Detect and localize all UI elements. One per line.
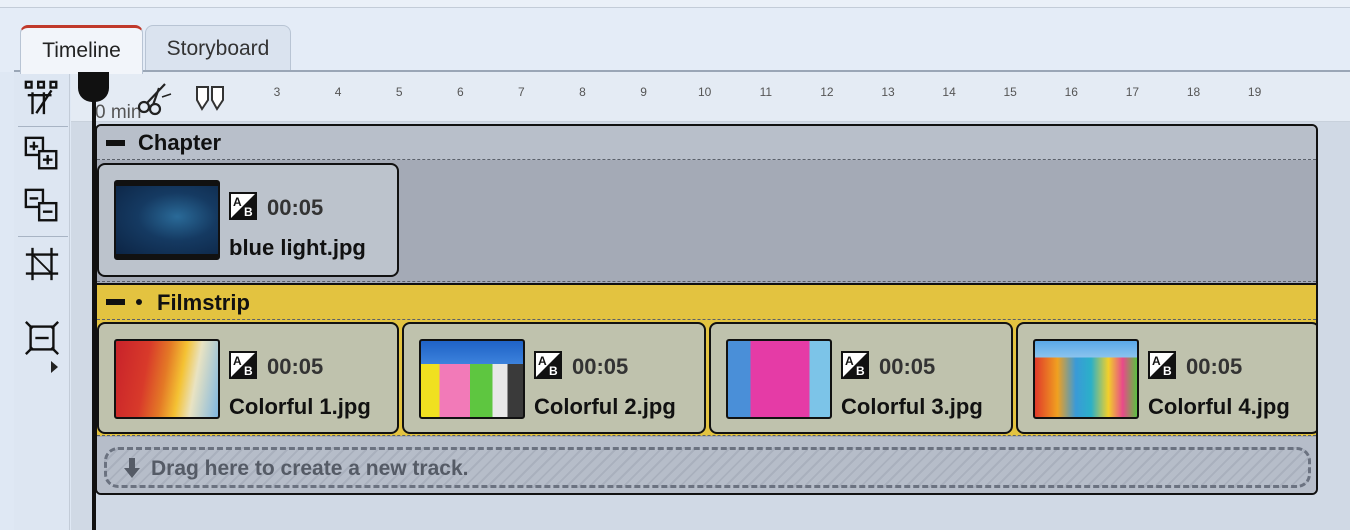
ruler-tick-label: 6 [456,85,464,99]
clip-duration: 00:05 [1186,354,1243,379]
svg-text:A: A [538,354,547,368]
ruler-tick-label: 5 [395,85,403,99]
svg-text:B: B [244,205,253,219]
clip-colorful-4[interactable]: A B 00:05 Colorful 4.jpg [1016,322,1316,434]
ruler-tick-label: 12 [820,85,834,99]
transition-ab-icon[interactable]: A B [229,351,257,379]
playhead-line[interactable] [92,72,96,530]
toolbar-separator [18,126,68,127]
filmstrip-header[interactable]: Filmstrip [97,283,1316,320]
clip-duration: 00:05 [879,354,936,379]
chapter-title: Chapter [138,130,222,155]
filmstrip-title: Filmstrip [157,290,250,315]
clip-blue-light[interactable]: A B 00:05 blue light.jpg [97,163,399,277]
clip-name: Colorful 2.jpg [534,394,676,419]
ruler-tick-label: 13 [881,85,895,99]
fit-all-button[interactable] [22,318,62,358]
fit-all-icon [25,321,59,355]
transition-ab-icon[interactable]: A B [534,351,562,379]
svg-text:A: A [233,354,242,368]
clip-duration: 00:05 [572,354,629,379]
clip-colorful-1[interactable]: A B 00:05 Colorful 1.jpg [97,322,399,434]
fit-width-button[interactable] [22,244,62,284]
clip-duration: 00:05 [267,354,324,379]
ruler-tick-label: 11 [759,85,773,99]
ruler-tick-label: 17 [1125,85,1140,99]
ruler-tick-label: 16 [1064,85,1078,99]
split-tracks-icon [24,80,58,115]
collapse-filmstrip-icon[interactable] [106,299,125,305]
expand-arrow-icon[interactable] [51,361,58,373]
ruler-tick-label: 8 [579,85,586,99]
add-track-icon [24,136,58,170]
tab-bar: Timeline Storyboard [0,8,1350,74]
svg-text:B: B [549,364,558,378]
clip-thumbnail [419,339,525,419]
clip-colorful-2[interactable]: A B 00:05 Colorful 2.jpg [402,322,706,434]
svg-text:B: B [1163,364,1172,378]
chapter-header[interactable]: Chapter [97,126,1316,160]
split-tracks-button[interactable] [22,78,62,118]
fit-width-icon [25,247,59,281]
clip-thumbnail [726,339,832,419]
svg-text:B: B [244,364,253,378]
ruler-tick-label: 4 [334,85,342,99]
filmstrip-dot-icon [136,299,142,305]
clip-colorful-3[interactable]: A B 00:05 Colorful 3.jpg [709,322,1013,434]
clip-thumbnail [114,339,220,419]
transition-ab-icon[interactable]: A B [229,192,257,220]
filmstrip-track[interactable]: A B 00:05 Colorful 1.jpg A B 00:05 Color… [97,320,1316,436]
marker-icon[interactable] [194,84,226,112]
collapse-chapter-icon[interactable] [106,140,125,146]
window-frame [0,0,1350,8]
clip-thumbnail [1033,339,1139,419]
clip-name: Colorful 1.jpg [229,394,371,419]
ruler-tick-label: 19 [1247,85,1262,99]
clip-name: Colorful 4.jpg [1148,394,1290,419]
ruler-tick-label: 9 [640,85,647,99]
clip-duration: 00:05 [267,195,324,220]
new-track-row: Drag here to create a new track. [97,437,1316,493]
chapter-track[interactable]: A B 00:05 blue light.jpg [97,160,1316,282]
svg-text:A: A [845,354,854,368]
clip-name: blue light.jpg [229,235,366,260]
ruler-tick-label: 10 [698,85,712,99]
ruler-tick-label: 3 [273,85,281,99]
tab-timeline[interactable]: Timeline [20,25,143,74]
playhead-handle[interactable] [78,72,109,102]
svg-text:A: A [233,195,242,209]
ruler-tick-label: 15 [1003,85,1017,99]
transition-ab-icon[interactable]: A B [1148,351,1176,379]
toolbar-separator [18,236,68,237]
tracks-container: Chapter A B 00:05 blue light.jpg Filmstr… [95,124,1318,495]
add-track-button[interactable] [22,134,62,174]
svg-text:A: A [1152,354,1161,368]
arrow-down-icon [124,458,140,478]
svg-text:B: B [856,364,865,378]
new-track-drop-zone[interactable]: Drag here to create a new track. [104,447,1311,488]
ruler-tick-label: 18 [1186,85,1201,99]
remove-track-button[interactable] [22,186,62,226]
ruler-tick-label: 7 [518,85,525,99]
ruler-tick-label: 14 [942,85,956,99]
clip-thumbnail [114,180,220,260]
drop-zone-label: Drag here to create a new track. [151,457,469,480]
remove-track-icon [24,188,58,222]
left-toolbar [14,72,70,530]
clip-name: Colorful 3.jpg [841,394,983,419]
tab-storyboard[interactable]: Storyboard [145,25,291,72]
transition-ab-icon[interactable]: A B [841,351,869,379]
scissors-icon[interactable] [135,80,173,116]
